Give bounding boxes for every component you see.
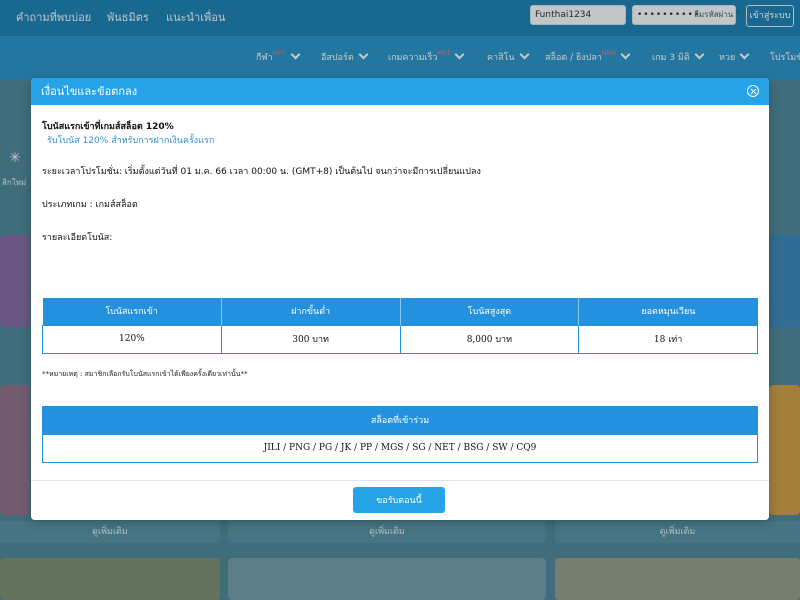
slots-list: JILI / PNG / PG / JK / PP / MGS / SG / N… bbox=[263, 443, 537, 453]
game-type: ประเภทเกม : เกมส์สล็อต bbox=[42, 200, 138, 210]
bonus-title: โบนัสแรกเข้าที่เกมส์สล็อต 120% bbox=[42, 122, 174, 132]
bonus-details-label: รายละเอียดโบนัส: bbox=[42, 233, 113, 243]
table-cell: 8,000 บาท bbox=[399, 324, 580, 354]
bonus-subtitle: รับโบนัส 120% สำหรับการฝากเงินครั้งแรก bbox=[47, 136, 215, 146]
modal-title: เงื่อนไขและข้อตกลง bbox=[41, 85, 138, 98]
table-header: โบนัสสูงสุด bbox=[400, 298, 580, 325]
table-cell: 18 เท่า bbox=[578, 324, 758, 354]
participating-slots: สล็อตที่เข้าร่วม JILI / PNG / PG / JK / … bbox=[42, 406, 758, 463]
table-header: โบนัสแรกเข้า bbox=[42, 298, 222, 325]
close-icon[interactable] bbox=[747, 85, 759, 97]
bonus-note: **หมายเหตุ : สมาชิกเลือกรับโบนัสแรกเข้าไ… bbox=[42, 370, 248, 378]
table-header-row: โบนัสแรกเข้า ฝากขั้นต่ำ โบนัสสูงสุด ยอดห… bbox=[42, 298, 758, 325]
table-header: ฝากขั้นต่ำ bbox=[221, 298, 401, 325]
table-cell: 120% bbox=[42, 324, 222, 354]
modal-footer: ขอรับตอนนี้ bbox=[31, 480, 769, 520]
table-header: ยอดหมุนเวียน bbox=[578, 298, 758, 325]
table-cell: 300 บาท bbox=[220, 324, 401, 354]
modal-header: เงื่อนไขและข้อตกลง bbox=[31, 78, 769, 105]
modal-body: โบนัสแรกเข้าที่เกมส์สล็อต 120% รับโบนัส … bbox=[31, 105, 769, 480]
bonus-table: โบนัสแรกเข้า ฝากขั้นต่ำ โบนัสสูงสุด ยอดห… bbox=[42, 298, 758, 354]
table-row: 120% 300 บาท 8,000 บาท 18 เท่า bbox=[42, 324, 758, 354]
terms-modal: เงื่อนไขและข้อตกลง โบนัสแรกเข้าที่เกมส์ส… bbox=[31, 78, 769, 520]
promo-period: ระยะเวลาโปรโมชั่น: เริ่มตั้งแต่วันที่ 01… bbox=[42, 167, 481, 177]
slots-header: สล็อตที่เข้าร่วม bbox=[43, 407, 757, 435]
claim-now-button[interactable]: ขอรับตอนนี้ bbox=[353, 487, 445, 513]
